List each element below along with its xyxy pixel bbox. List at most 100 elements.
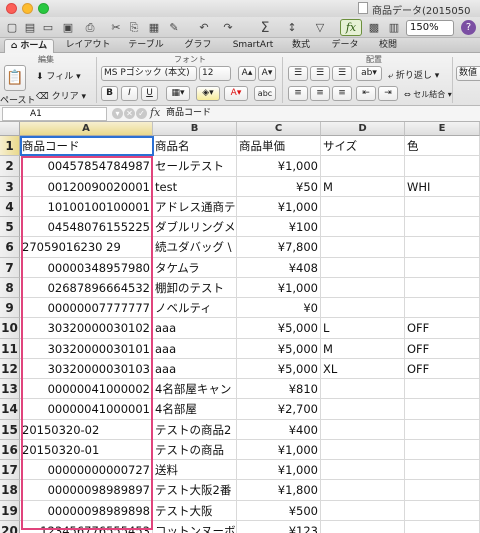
cell-e[interactable] xyxy=(405,237,480,258)
row-header[interactable]: 12 xyxy=(0,358,20,379)
column-header-a[interactable]: A xyxy=(20,122,153,136)
row-header[interactable]: 9 xyxy=(0,298,20,319)
cell-c[interactable]: ¥5,000 xyxy=(237,318,321,339)
text-orientation-icon[interactable]: ab▾ xyxy=(356,66,382,81)
cell-a[interactable]: 00000348957980 xyxy=(20,257,153,278)
redo-icon[interactable]: ↷ xyxy=(220,19,236,36)
sort-icon[interactable]: ↕ xyxy=(282,19,302,36)
tab-tables[interactable]: テーブル xyxy=(120,39,172,53)
cell-b[interactable]: aaa xyxy=(153,318,237,339)
cell-b[interactable]: テストの商品 xyxy=(153,439,237,460)
cell-c[interactable]: ¥50 xyxy=(237,176,321,197)
number-format-select[interactable]: 数値 xyxy=(456,66,480,81)
cell-b[interactable]: アドレス通商テ xyxy=(153,196,237,217)
cell-e[interactable] xyxy=(405,520,480,533)
toolbox-icon[interactable]: ▥ xyxy=(386,19,402,36)
cell-b[interactable]: aaa xyxy=(153,358,237,379)
cell-e[interactable] xyxy=(405,156,480,177)
column-header-d[interactable]: D xyxy=(321,122,405,136)
decrease-font-icon[interactable]: A▾ xyxy=(258,66,276,81)
cell-b[interactable]: セールテスト xyxy=(153,156,237,177)
cell-e[interactable]: WHI xyxy=(405,176,480,197)
cell-a[interactable]: 04548076155225 xyxy=(20,217,153,238)
row-header[interactable]: 20 xyxy=(0,520,20,533)
cell-d[interactable] xyxy=(321,237,405,258)
tab-data[interactable]: データ xyxy=(324,39,366,53)
cell-e[interactable] xyxy=(405,196,480,217)
cell-e[interactable] xyxy=(405,480,480,501)
cell-b[interactable]: タケムラ xyxy=(153,257,237,278)
align-bottom-icon[interactable]: ☰ xyxy=(332,66,352,81)
clear-button[interactable]: ⌫ クリア ▾ xyxy=(36,89,86,102)
cell-d[interactable]: サイズ xyxy=(321,136,405,157)
cell-b[interactable]: test xyxy=(153,176,237,197)
cell-a[interactable]: 00000041000001 xyxy=(20,399,153,420)
cell-a[interactable]: 20150320-01 xyxy=(20,439,153,460)
cell-a[interactable]: 00000098989897 xyxy=(20,480,153,501)
cell-a[interactable]: 30320000030101 xyxy=(20,338,153,359)
cell-d[interactable] xyxy=(321,460,405,481)
cell-c[interactable]: ¥1,000 xyxy=(237,196,321,217)
select-all-corner[interactable] xyxy=(0,122,20,136)
format-painter-icon[interactable]: ✎ xyxy=(166,19,182,36)
cell-a[interactable]: 00000000000727 xyxy=(20,460,153,481)
name-box[interactable]: A1 xyxy=(2,107,107,121)
align-center-icon[interactable]: ≡ xyxy=(310,86,330,101)
align-top-icon[interactable]: ☰ xyxy=(288,66,308,81)
zoom-window-button[interactable] xyxy=(38,3,49,14)
borders-icon[interactable]: ▦▾ xyxy=(166,86,190,101)
row-header[interactable]: 5 xyxy=(0,217,20,238)
bold-button[interactable]: B xyxy=(101,86,118,101)
circle-icon[interactable]: ▾ xyxy=(112,108,123,119)
cell-e[interactable]: 色 xyxy=(405,136,480,157)
cell-c[interactable]: ¥7,800 xyxy=(237,237,321,258)
underline-button[interactable]: U xyxy=(141,86,158,101)
cell-a[interactable]: 30320000030103 xyxy=(20,358,153,379)
cell-d[interactable] xyxy=(321,439,405,460)
cell-d[interactable] xyxy=(321,480,405,501)
row-header[interactable]: 15 xyxy=(0,419,20,440)
cell-e[interactable]: OFF xyxy=(405,358,480,379)
cell-b[interactable]: テスト大阪 xyxy=(153,500,237,521)
cell-e[interactable] xyxy=(405,439,480,460)
cell-d[interactable] xyxy=(321,379,405,400)
cell-b[interactable]: 4名部屋 xyxy=(153,399,237,420)
zoom-select[interactable]: 150% xyxy=(406,20,454,36)
font-size-select[interactable]: 12 xyxy=(199,66,231,81)
row-header[interactable]: 13 xyxy=(0,379,20,400)
cell-e[interactable] xyxy=(405,399,480,420)
cell-e[interactable] xyxy=(405,419,480,440)
row-header[interactable]: 19 xyxy=(0,500,20,521)
cell-b[interactable]: ダブルリングメ xyxy=(153,217,237,238)
align-middle-icon[interactable]: ☰ xyxy=(310,66,330,81)
tab-home[interactable]: ⌂ ホーム xyxy=(4,39,54,53)
cell-b[interactable]: 棚卸のテスト xyxy=(153,277,237,298)
wrap-text-button[interactable]: ⤶ 折り返し ▾ xyxy=(388,68,439,81)
cell-c[interactable]: ¥1,000 xyxy=(237,439,321,460)
cell-c[interactable]: ¥408 xyxy=(237,257,321,278)
row-header[interactable]: 4 xyxy=(0,196,20,217)
cell-a[interactable]: 123456776555453 xyxy=(20,520,153,533)
row-header[interactable]: 6 xyxy=(0,237,20,258)
row-header[interactable]: 14 xyxy=(0,399,20,420)
cell-b[interactable]: aaa xyxy=(153,338,237,359)
copy-icon[interactable]: ⎘ xyxy=(126,19,142,36)
cell-b[interactable]: 送料 xyxy=(153,460,237,481)
phonetic-icon[interactable]: abc xyxy=(254,86,276,101)
cell-e[interactable] xyxy=(405,257,480,278)
cell-e[interactable]: OFF xyxy=(405,318,480,339)
cell-e[interactable] xyxy=(405,379,480,400)
tab-smartart[interactable]: SmartArt xyxy=(226,39,280,53)
cell-a[interactable]: 20150320-02 xyxy=(20,419,153,440)
cell-d[interactable]: M xyxy=(321,338,405,359)
print-icon[interactable]: ⎙ xyxy=(82,19,98,36)
cell-a[interactable]: 商品コード xyxy=(20,136,153,157)
row-header[interactable]: 1 xyxy=(0,136,20,157)
font-name-select[interactable]: MS Pゴシック (本文) xyxy=(101,66,197,81)
cell-a[interactable]: 00000007777777 xyxy=(20,298,153,319)
cell-c[interactable]: ¥500 xyxy=(237,500,321,521)
cell-a[interactable]: 02687896664532 xyxy=(20,277,153,298)
new-icon[interactable]: ▢ xyxy=(4,19,20,36)
cell-c[interactable]: ¥5,000 xyxy=(237,358,321,379)
spreadsheet-grid[interactable]: A B C D E 1 商品コード 商品名 商品単価 サイズ色 2 004578547849… xyxy=(0,122,480,533)
